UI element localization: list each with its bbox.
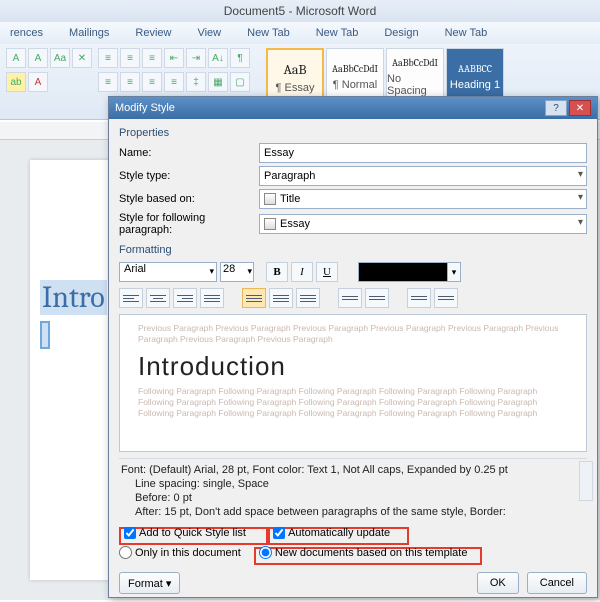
justify-button[interactable]: [200, 288, 224, 308]
tab-newtab-3[interactable]: New Tab: [441, 25, 492, 41]
spacing-1-button[interactable]: [242, 288, 266, 308]
style-sample: AaBbCcDdI: [392, 57, 438, 69]
preview-title: Introduction: [138, 351, 568, 382]
based-on-combo[interactable]: Title: [259, 189, 587, 209]
sort-icon[interactable]: A↓: [208, 48, 228, 68]
selected-text[interactable]: Intro: [40, 280, 107, 315]
tab-design[interactable]: Design: [380, 25, 422, 41]
align-right-icon[interactable]: ≡: [142, 72, 162, 92]
bullets-icon[interactable]: ≡: [98, 48, 118, 68]
multilevel-icon[interactable]: ≡: [142, 48, 162, 68]
align-left-button[interactable]: [119, 288, 143, 308]
app-title-bar: Document5 - Microsoft Word: [0, 0, 600, 22]
spacing-2-button[interactable]: [296, 288, 320, 308]
font-color-picker[interactable]: ▾: [358, 262, 448, 282]
italic-button[interactable]: I: [291, 262, 313, 282]
align-center-icon[interactable]: ≡: [120, 72, 140, 92]
dialog-title: Modify Style: [115, 102, 175, 114]
style-label: Heading 1: [450, 79, 500, 91]
tab-references[interactable]: rences: [6, 25, 47, 41]
align-center-button[interactable]: [146, 288, 170, 308]
preview-after-text: Following Paragraph Following Paragraph …: [138, 386, 568, 419]
style-label: ¶ Normal: [333, 79, 377, 91]
space-before-dec-button[interactable]: [365, 288, 389, 308]
auto-update-checkbox[interactable]: Automatically update: [273, 527, 390, 539]
following-combo[interactable]: Essay: [259, 214, 587, 234]
quick-style-check-input[interactable]: [124, 527, 136, 539]
shading-icon[interactable]: ▦: [208, 72, 228, 92]
font-combo[interactable]: Arial: [119, 262, 217, 282]
align-right-button[interactable]: [173, 288, 197, 308]
paragraph-icon: [264, 193, 276, 205]
size-combo[interactable]: 28: [220, 262, 254, 282]
properties-label: Properties: [119, 127, 587, 139]
style-preview: Previous Paragraph Previous Paragraph Pr…: [119, 314, 587, 452]
highlight-icon[interactable]: ab: [6, 72, 26, 92]
tab-view[interactable]: View: [193, 25, 225, 41]
new-template-radio[interactable]: New documents based on this template: [259, 546, 468, 559]
description-scrollbar[interactable]: [579, 461, 593, 501]
change-case-icon[interactable]: Aa: [50, 48, 70, 68]
only-doc-radio-input[interactable]: [119, 546, 132, 559]
borders-icon[interactable]: ▢: [230, 72, 250, 92]
style-description: Font: (Default) Arial, 28 pt, Font color…: [119, 458, 587, 521]
grow-font-icon[interactable]: A: [6, 48, 26, 68]
ok-button[interactable]: OK: [477, 572, 519, 594]
clear-format-icon[interactable]: ✕: [72, 48, 92, 68]
spacing-15-button[interactable]: [269, 288, 293, 308]
auto-update-check-input[interactable]: [273, 527, 285, 539]
bold-button[interactable]: B: [266, 262, 288, 282]
chevron-down-icon[interactable]: ▾: [447, 262, 461, 282]
quick-style-checkbox[interactable]: Add to Quick Style list: [124, 527, 246, 539]
style-sample: AaB: [283, 61, 306, 78]
tab-review[interactable]: Review: [131, 25, 175, 41]
modify-style-dialog: Modify Style ? ✕ Properties Name: Style …: [108, 96, 598, 598]
style-label: No Spacing: [387, 73, 443, 97]
show-marks-icon[interactable]: ¶: [230, 48, 250, 68]
shrink-font-icon[interactable]: A: [28, 48, 48, 68]
indent-dec-button[interactable]: [407, 288, 431, 308]
underline-button[interactable]: U: [316, 262, 338, 282]
only-doc-radio[interactable]: Only in this document: [119, 546, 241, 559]
preview-before-text: Previous Paragraph Previous Paragraph Pr…: [138, 323, 568, 345]
based-on-label: Style based on:: [119, 193, 259, 205]
indent-dec-icon[interactable]: ⇤: [164, 48, 184, 68]
new-template-radio-input[interactable]: [259, 546, 272, 559]
space-before-inc-button[interactable]: [338, 288, 362, 308]
name-label: Name:: [119, 147, 259, 159]
style-sample: AABBCC: [458, 63, 492, 75]
ribbon-tabs: rences Mailings Review View New Tab New …: [0, 22, 600, 44]
font-color-icon[interactable]: A: [28, 72, 48, 92]
name-input[interactable]: [259, 143, 587, 163]
justify-icon[interactable]: ≡: [164, 72, 184, 92]
tab-mailings[interactable]: Mailings: [65, 25, 113, 41]
highlight-auto-update: Automatically update: [268, 527, 409, 545]
tab-newtab-1[interactable]: New Tab: [243, 25, 294, 41]
style-type-combo[interactable]: Paragraph: [259, 166, 587, 186]
dialog-titlebar[interactable]: Modify Style ? ✕: [109, 97, 597, 119]
tab-newtab-2[interactable]: New Tab: [312, 25, 363, 41]
paragraph-icon: [264, 218, 276, 230]
align-left-icon[interactable]: ≡: [98, 72, 118, 92]
indent-inc-button[interactable]: [434, 288, 458, 308]
cancel-button[interactable]: Cancel: [527, 572, 587, 594]
numbering-icon[interactable]: ≡: [120, 48, 140, 68]
formatting-label: Formatting: [119, 244, 587, 256]
format-button[interactable]: Format ▾: [119, 572, 180, 594]
font-group: A A Aa ✕ ab A: [6, 48, 92, 115]
close-button[interactable]: ✕: [569, 100, 591, 116]
indent-inc-icon[interactable]: ⇥: [186, 48, 206, 68]
line-spacing-icon[interactable]: ‡: [186, 72, 206, 92]
following-label: Style for following paragraph:: [119, 212, 259, 236]
style-sample: AaBbCcDdI: [332, 63, 378, 75]
help-button[interactable]: ?: [545, 100, 567, 116]
highlight-quick-style: Add to Quick Style list: [119, 527, 268, 545]
highlight-new-template: New documents based on this template: [254, 547, 483, 565]
style-type-label: Style type:: [119, 170, 259, 182]
style-label: ¶ Essay: [276, 82, 315, 94]
selection-handle[interactable]: [40, 321, 50, 349]
